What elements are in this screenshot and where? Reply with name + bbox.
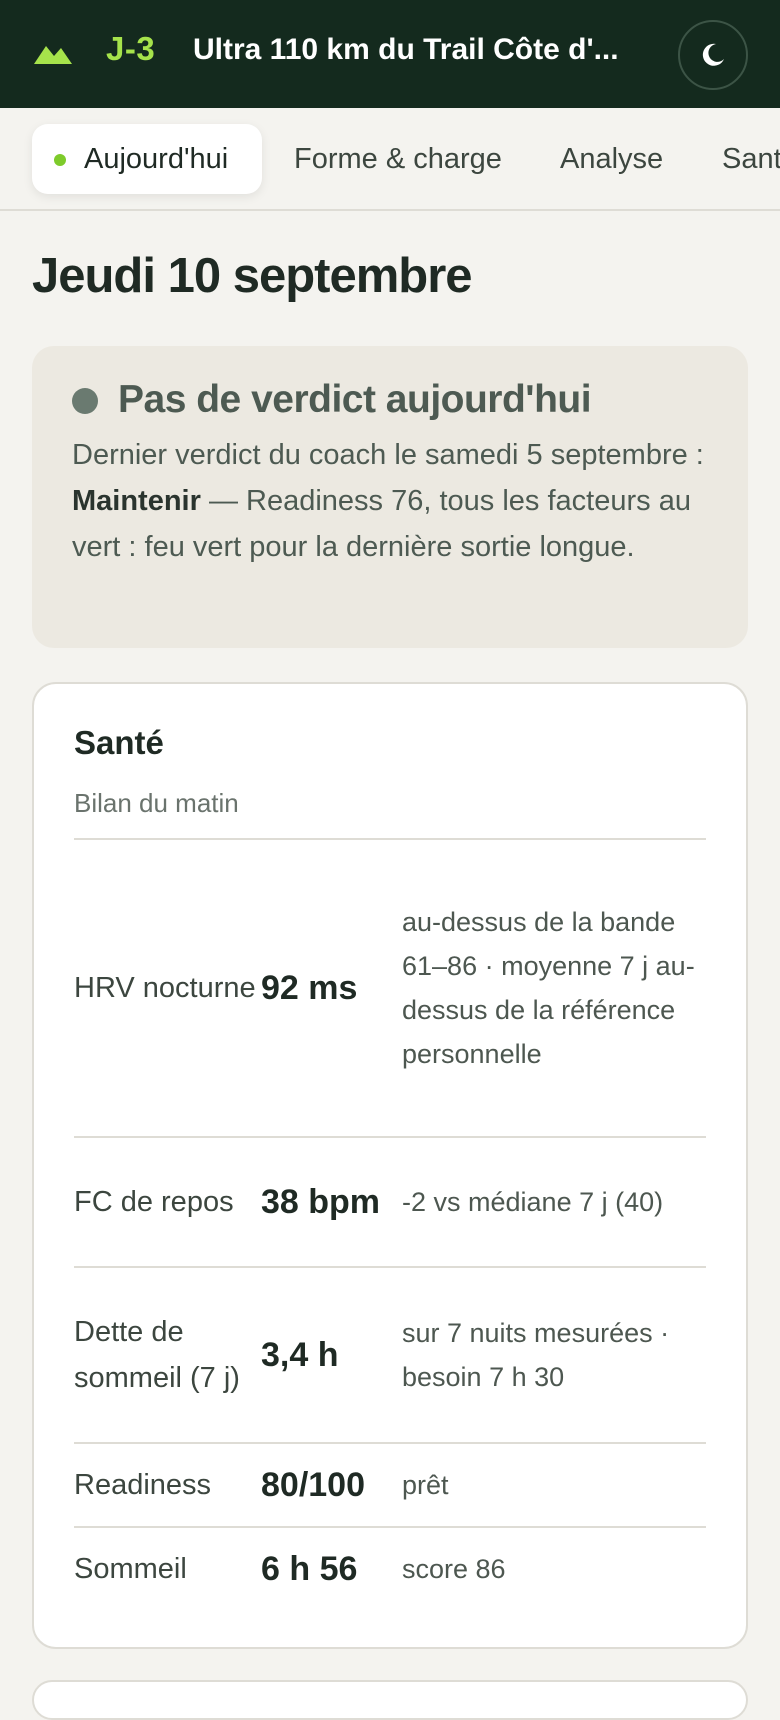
health-card: Santé Bilan du matin HRV nocturne 92 ms …: [32, 682, 748, 1649]
health-card-subtitle: Bilan du matin: [74, 788, 239, 818]
metric-note: sur 7 nuits mesurées · besoin 7 h 30: [402, 1318, 670, 1392]
metric-note: prêt: [402, 1470, 449, 1500]
metric-value: 3,4 h: [261, 1335, 339, 1374]
race-title: Ultra 110 km du Trail Côte d'...: [193, 33, 619, 66]
metric-note: au-dessus de la bande 61–86 · moyenne 7 …: [402, 907, 695, 1069]
metric-row-hrv: HRV nocturne 92 ms au-dessus de la bande…: [74, 838, 706, 1136]
metric-note: score 86: [402, 1554, 506, 1584]
metric-row-resting-hr: FC de repos 38 bpm -2 vs médiane 7 j (40…: [74, 1136, 706, 1266]
page-title: Jeudi 10 septembre: [32, 249, 473, 303]
race-countdown: J-3: [106, 30, 156, 67]
mountain-icon: [34, 46, 72, 64]
tab-label: Sant: [722, 142, 780, 175]
metric-label: Dette de sommeil (7 j): [74, 1316, 240, 1394]
verdict-body: Dernier verdict du coach le samedi 5 sep…: [72, 432, 722, 570]
health-card-title: Santé: [74, 724, 164, 761]
moon-icon: [702, 43, 724, 66]
verdict-card: Pas de verdict aujourd'hui Dernier verdi…: [32, 346, 748, 648]
tab-health[interactable]: Sant: [722, 124, 780, 194]
tab-label: Analyse: [560, 142, 664, 175]
metric-row-readiness: Readiness 80/100 prêt: [74, 1442, 706, 1526]
verdict-body-prefix: Dernier verdict du coach le samedi 5 sep…: [72, 439, 704, 471]
tab-bar: Aujourd'hui Forme & charge Analyse Sant: [0, 108, 780, 211]
metric-row-sleep-debt: Dette de sommeil (7 j) 3,4 h sur 7 nuits…: [74, 1266, 706, 1442]
metric-label: HRV nocturne: [74, 972, 256, 1004]
next-card: [32, 1680, 748, 1720]
tab-analysis[interactable]: Analyse: [560, 124, 663, 194]
metric-label: FC de repos: [74, 1186, 234, 1218]
metric-value: 80/100: [261, 1465, 365, 1504]
tab-form-load[interactable]: Forme & charge: [294, 124, 502, 194]
metric-row-sleep: Sommeil 6 h 56 score 86: [74, 1526, 706, 1610]
verdict-title: Pas de verdict aujourd'hui: [118, 378, 592, 421]
theme-toggle-button[interactable]: [678, 20, 748, 90]
verdict-decision: Maintenir: [72, 485, 201, 517]
metric-label: Readiness: [74, 1469, 212, 1501]
metric-value: 38 bpm: [261, 1182, 381, 1221]
metric-value: 6 h 56: [261, 1549, 358, 1588]
status-dot-icon: [72, 388, 98, 414]
tab-label: Aujourd'hui: [84, 142, 229, 175]
metrics-table: HRV nocturne 92 ms au-dessus de la bande…: [74, 838, 706, 1610]
metric-note: -2 vs médiane 7 j (40): [402, 1187, 664, 1217]
tab-label: Forme & charge: [294, 142, 502, 175]
tab-today[interactable]: Aujourd'hui: [32, 124, 262, 194]
active-dot-icon: [54, 154, 66, 166]
metric-value: 92 ms: [261, 968, 358, 1007]
app-header: J-3 Ultra 110 km du Trail Côte d'...: [0, 0, 780, 108]
metric-label: Sommeil: [74, 1553, 187, 1585]
